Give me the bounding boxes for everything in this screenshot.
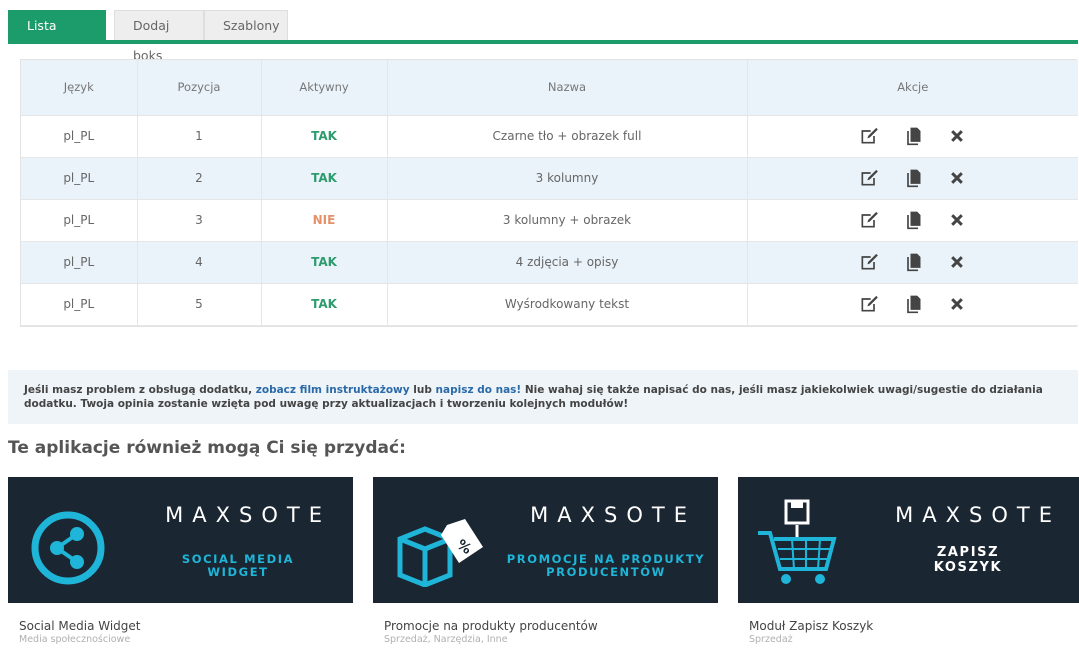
- cell-active: TAK: [261, 115, 388, 158]
- app-card-promocje[interactable]: % MAXSOTE PROMOCJE NA PRODUKTY PRODUCENT…: [373, 477, 718, 654]
- cell-actions: [747, 115, 1078, 158]
- cell-language: pl_PL: [21, 283, 138, 326]
- tab-szablony[interactable]: Szablony: [204, 10, 288, 42]
- app-card-social-media[interactable]: MAXSOTE SOCIAL MEDIA WIDGET Social Media…: [8, 477, 353, 654]
- info-text-1: Jeśli masz problem z obsługą dodatku,: [24, 384, 256, 396]
- banner-line-2: KOSZYK: [933, 560, 1003, 575]
- tab-bar: Lista boksów Dodaj boks Szablony: [8, 10, 1078, 63]
- app-category: Media społecznościowe: [19, 634, 131, 645]
- banner-title: SOCIAL MEDIA WIDGET: [173, 553, 303, 579]
- tutorial-video-link[interactable]: zobacz film instruktażowy: [256, 384, 410, 396]
- banner-title: ZAPISZ KOSZYK: [908, 545, 1028, 575]
- header-language: Język: [21, 60, 138, 116]
- app-category: Sprzedaż, Narzędzia, Inne: [384, 634, 508, 645]
- cell-language: pl_PL: [21, 157, 138, 200]
- cell-name: 3 kolumny: [387, 157, 748, 200]
- app-banner[interactable]: MAXSOTE SOCIAL MEDIA WIDGET: [8, 477, 353, 603]
- cell-language: pl_PL: [21, 199, 138, 242]
- copy-icon[interactable]: [902, 167, 924, 189]
- edit-icon[interactable]: [858, 167, 880, 189]
- header-position: Pozycja: [137, 60, 262, 116]
- cell-actions: [747, 157, 1078, 200]
- edit-icon[interactable]: [858, 293, 880, 315]
- delete-icon[interactable]: [946, 209, 968, 231]
- tab-lista-boksow[interactable]: Lista boksów: [8, 10, 106, 63]
- contact-us-link[interactable]: napisz do nas!: [436, 384, 522, 396]
- box-tag-icon: %: [397, 519, 483, 587]
- table-row: pl_PL 4 TAK 4 zdjęcia + opisy: [21, 241, 1078, 284]
- cell-active: TAK: [261, 157, 388, 200]
- app-banner[interactable]: % MAXSOTE PROMOCJE NA PRODUKTY PRODUCENT…: [373, 477, 718, 603]
- app-banner[interactable]: MAXSOTE ZAPISZ KOSZYK: [738, 477, 1079, 603]
- table-row: pl_PL 3 NIE 3 kolumny + obrazek: [21, 199, 1078, 242]
- app-name[interactable]: Social Media Widget: [19, 619, 141, 633]
- brand-logo: MAXSOTE: [895, 503, 1061, 527]
- cell-actions: [747, 199, 1078, 242]
- cell-position: 3: [137, 199, 262, 242]
- table-row: pl_PL 5 TAK Wyśrodkowany tekst: [21, 283, 1078, 326]
- cell-position: 2: [137, 157, 262, 200]
- help-info-box: Jeśli masz problem z obsługą dodatku, zo…: [8, 370, 1078, 424]
- banner-line-2: WIDGET: [207, 565, 269, 579]
- info-text-2: lub: [409, 384, 436, 396]
- tab-underline: [8, 40, 1078, 44]
- banner-line-2: PRODUCENTÓW: [546, 565, 666, 579]
- app-name[interactable]: Promocje na produkty producentów: [384, 619, 598, 633]
- share-icon: [31, 511, 105, 585]
- cell-position: 4: [137, 241, 262, 284]
- cell-name: Czarne tło + obrazek full: [387, 115, 748, 158]
- brand-logo: MAXSOTE: [530, 503, 696, 527]
- tab-dodaj-boks[interactable]: Dodaj boks: [114, 10, 204, 63]
- cell-position: 1: [137, 115, 262, 158]
- boxes-table: Język Pozycja Aktywny Nazwa Akcje pl_PL 1…: [20, 59, 1078, 327]
- table-header-row: Język Pozycja Aktywny Nazwa Akcje: [21, 60, 1078, 116]
- cell-active: TAK: [261, 241, 388, 284]
- cell-name: 4 zdjęcia + opisy: [387, 241, 748, 284]
- cell-actions: [747, 241, 1078, 284]
- delete-icon[interactable]: [946, 251, 968, 273]
- copy-icon[interactable]: [902, 251, 924, 273]
- cell-name: Wyśrodkowany tekst: [387, 283, 748, 326]
- header-name: Nazwa: [387, 60, 748, 116]
- edit-icon[interactable]: [858, 251, 880, 273]
- copy-icon[interactable]: [902, 125, 924, 147]
- table-row: pl_PL 2 TAK 3 kolumny: [21, 157, 1078, 200]
- copy-icon[interactable]: [902, 293, 924, 315]
- delete-icon[interactable]: [946, 125, 968, 147]
- edit-icon[interactable]: [858, 209, 880, 231]
- banner-title: PROMOCJE NA PRODUKTY PRODUCENTÓW: [501, 553, 711, 579]
- banner-line-1: ZAPISZ: [936, 545, 1000, 560]
- cart-save-icon: [758, 499, 837, 584]
- cell-active: TAK: [261, 283, 388, 326]
- cell-name: 3 kolumny + obrazek: [387, 199, 748, 242]
- app-category: Sprzedaż: [749, 634, 793, 645]
- cell-active: NIE: [261, 199, 388, 242]
- cell-position: 5: [137, 283, 262, 326]
- delete-icon[interactable]: [946, 293, 968, 315]
- brand-logo: MAXSOTE: [165, 503, 331, 527]
- header-actions: Akcje: [747, 60, 1078, 116]
- apps-section-title: Te aplikacje również mogą Ci się przydać…: [8, 438, 406, 458]
- app-name[interactable]: Moduł Zapisz Koszyk: [749, 619, 873, 633]
- cell-language: pl_PL: [21, 115, 138, 158]
- cell-language: pl_PL: [21, 241, 138, 284]
- delete-icon[interactable]: [946, 167, 968, 189]
- cell-actions: [747, 283, 1078, 326]
- app-card-zapisz-koszyk[interactable]: MAXSOTE ZAPISZ KOSZYK Moduł Zapisz Koszy…: [738, 477, 1079, 654]
- copy-icon[interactable]: [902, 209, 924, 231]
- header-active: Aktywny: [261, 60, 388, 116]
- table-row: pl_PL 1 TAK Czarne tło + obrazek full: [21, 115, 1078, 158]
- edit-icon[interactable]: [858, 125, 880, 147]
